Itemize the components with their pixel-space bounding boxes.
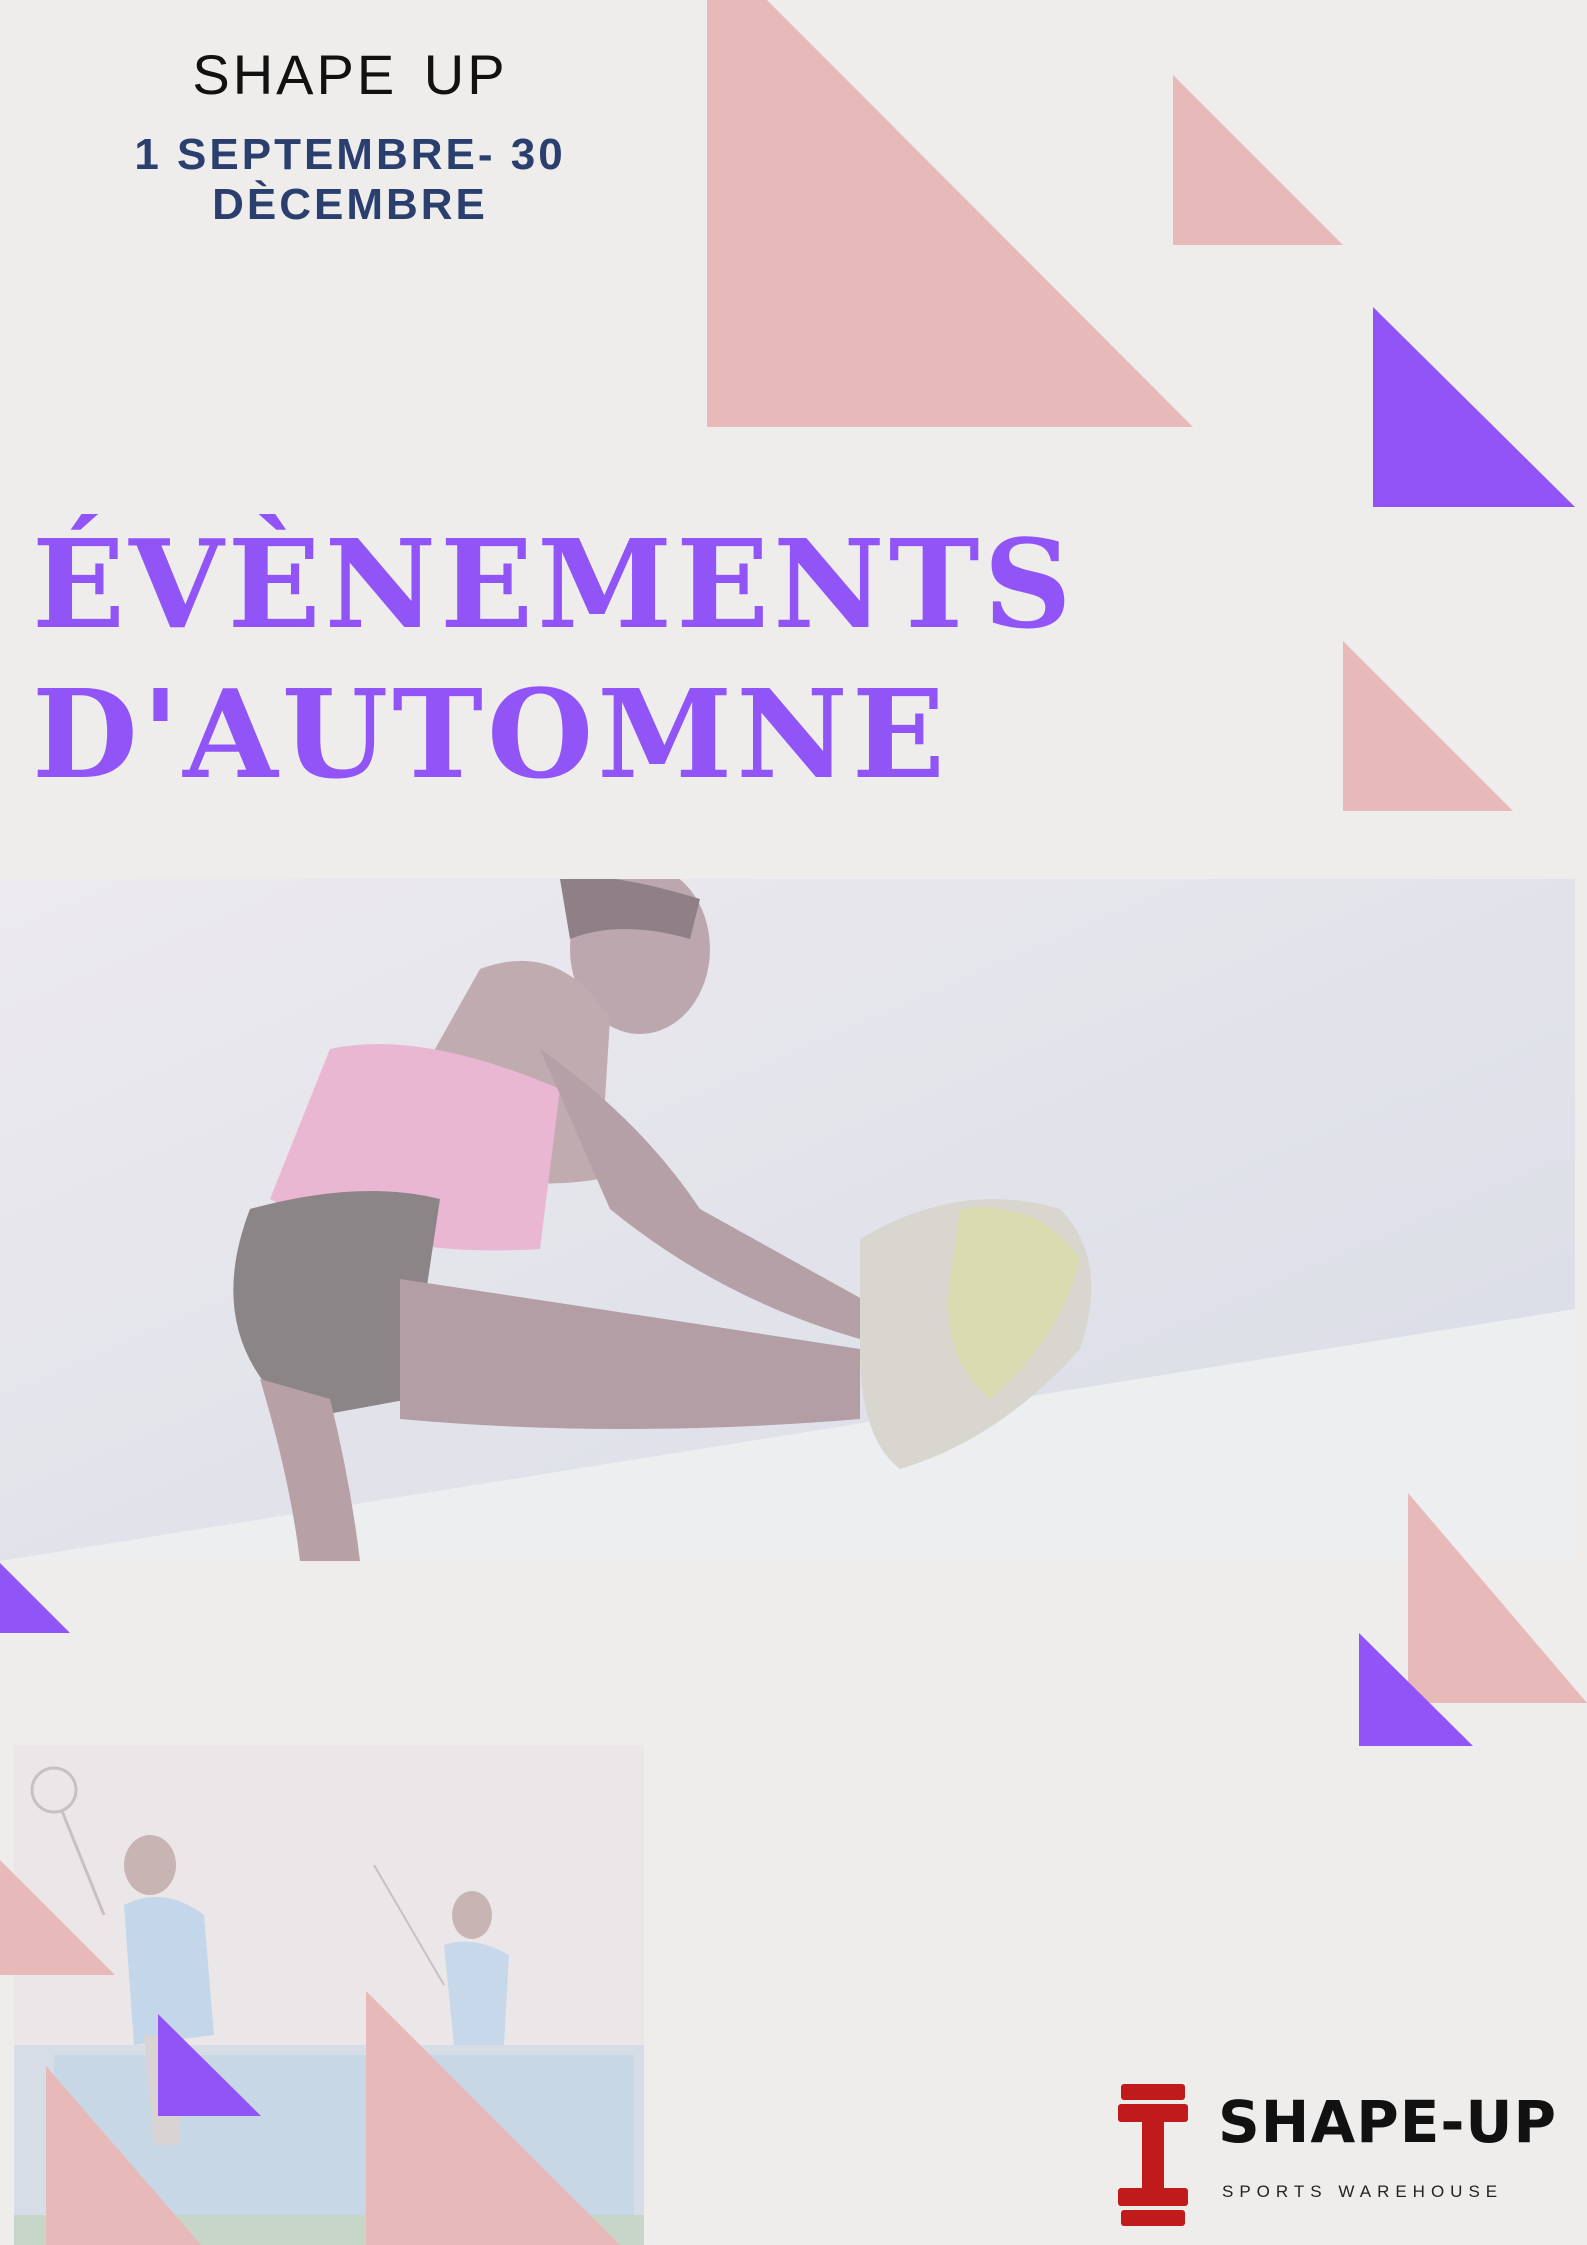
- pink-triangle-bottom-left: [0, 1860, 115, 1975]
- pink-triangle-mid-right: [1343, 641, 1513, 811]
- dumbbell-icon: [1118, 2084, 1188, 2226]
- logo-name: SHAPE-UP: [1218, 2088, 1558, 2156]
- purple-triangle-lower-right: [1359, 1633, 1473, 1746]
- event-dates: 1 SEPTEMBRE- 30 DÈCEMBRE: [134, 130, 566, 229]
- headline-line-1: ÉVÈNEMENTS: [32, 512, 1076, 656]
- pink-triangle-bottom-small: [46, 2066, 201, 2245]
- shape-up-logo: SHAPE-UP SPORTS WAREHOUSE: [1118, 2080, 1558, 2230]
- purple-triangle-right: [1373, 307, 1575, 507]
- stretching-athlete-photo: [0, 879, 1575, 1561]
- logo-tagline: SPORTS WAREHOUSE: [1222, 2182, 1504, 2201]
- pink-triangle-small-top: [1173, 75, 1343, 245]
- pink-triangle-large: [707, 0, 1193, 427]
- pink-triangle-bottom-large: [366, 1991, 620, 2245]
- purple-triangle-left: [0, 1563, 70, 1633]
- brand-title: SHAPE UP: [192, 43, 508, 106]
- headline-line-2: D'AUTOMNE: [32, 662, 949, 806]
